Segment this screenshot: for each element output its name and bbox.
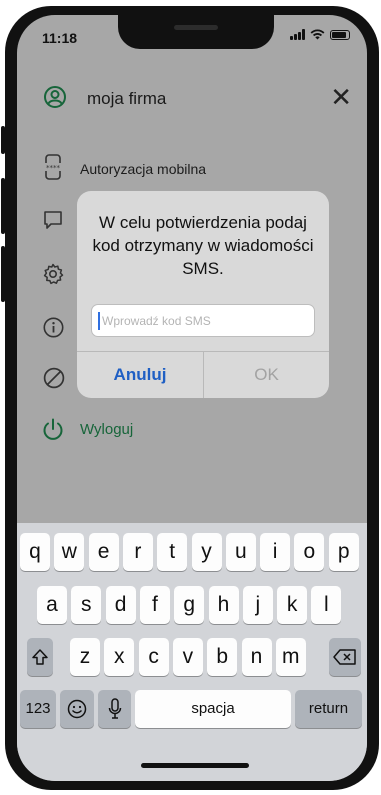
status-time: 11:18 <box>42 30 78 46</box>
sms-code-placeholder: Wprowadź kod SMS <box>102 314 211 328</box>
key-a[interactable]: a <box>37 586 67 624</box>
screen: 11:18 moja firma ✕ **** Autoryzacja mobi… <box>17 15 367 781</box>
key-l[interactable]: l <box>311 586 342 624</box>
battery-icon <box>330 29 350 40</box>
key-m[interactable]: m <box>275 638 306 676</box>
microphone-icon <box>108 698 121 719</box>
key-g[interactable]: g <box>174 586 205 624</box>
signal-icon <box>290 29 305 40</box>
key-e[interactable]: e <box>88 533 119 571</box>
key-w[interactable]: w <box>54 533 85 571</box>
key-p[interactable]: p <box>328 533 359 571</box>
phone-frame: 11:18 moja firma ✕ **** Autoryzacja mobi… <box>1 6 379 790</box>
sms-dialog: W celu potwierdzenia podaj kod otrzymany… <box>77 191 329 398</box>
page-title: moja firma <box>87 89 167 108</box>
close-button[interactable]: ✕ <box>330 82 352 112</box>
volume-up-button <box>1 178 5 234</box>
settings-gear-icon[interactable] <box>42 263 64 285</box>
key-y[interactable]: y <box>191 533 222 571</box>
close-icon: ✕ <box>330 82 352 112</box>
message-icon[interactable] <box>43 210 63 230</box>
key-x[interactable]: x <box>104 638 135 676</box>
key-n[interactable]: n <box>241 638 272 676</box>
wifi-icon <box>310 29 325 40</box>
logout-link[interactable]: Wyloguj <box>80 421 133 438</box>
ok-button[interactable]: OK <box>204 351 329 398</box>
key-c[interactable]: c <box>138 638 169 676</box>
shift-key[interactable] <box>27 638 53 676</box>
cancel-button[interactable]: Anuluj <box>77 351 203 398</box>
text-caret <box>98 312 100 330</box>
key-f[interactable]: f <box>139 586 170 624</box>
backspace-key[interactable] <box>329 638 361 676</box>
key-i[interactable]: i <box>260 533 291 571</box>
key-q[interactable]: q <box>20 533 50 571</box>
sms-code-input[interactable]: Wprowadź kod SMS <box>91 304 315 337</box>
shift-icon <box>32 649 48 665</box>
key-k[interactable]: k <box>277 586 308 624</box>
key-v[interactable]: v <box>172 638 203 676</box>
space-key[interactable]: spacja <box>135 690 291 728</box>
volume-down-button <box>1 246 5 302</box>
user-circle-icon <box>44 86 66 108</box>
key-b[interactable]: b <box>207 638 238 676</box>
status-icons <box>290 29 350 40</box>
key-h[interactable]: h <box>208 586 239 624</box>
numbers-key[interactable]: 123 <box>20 690 56 728</box>
info-icon[interactable] <box>43 317 64 338</box>
key-o[interactable]: o <box>294 533 325 571</box>
return-key[interactable]: return <box>295 690 362 728</box>
keyboard: qwertyuiop asdfghjkl zxcvbnm 123 spacja re… <box>17 523 367 781</box>
dictation-key[interactable] <box>98 690 131 728</box>
emoji-key[interactable] <box>60 690 94 728</box>
backspace-icon <box>333 649 356 665</box>
notch <box>118 15 274 49</box>
menu-item-mobile-auth[interactable]: Autoryzacja mobilna <box>80 161 206 177</box>
speaker <box>174 25 218 30</box>
mute-switch <box>1 126 5 154</box>
key-t[interactable]: t <box>157 533 188 571</box>
block-icon[interactable] <box>43 367 65 389</box>
key-z[interactable]: z <box>70 638 100 676</box>
key-u[interactable]: u <box>225 533 256 571</box>
key-j[interactable]: j <box>242 586 273 624</box>
home-indicator <box>141 763 249 768</box>
power-icon[interactable] <box>42 418 64 441</box>
key-r[interactable]: r <box>122 533 153 571</box>
app-header: moja firma ✕ <box>17 70 367 126</box>
key-d[interactable]: d <box>105 586 136 624</box>
dialog-message: W celu potwierdzenia podaj kod otrzymany… <box>92 213 314 278</box>
svg-text:****: **** <box>46 164 61 172</box>
emoji-icon <box>67 699 87 719</box>
key-s[interactable]: s <box>71 586 102 624</box>
mobile-auth-icon[interactable]: **** <box>42 154 64 180</box>
